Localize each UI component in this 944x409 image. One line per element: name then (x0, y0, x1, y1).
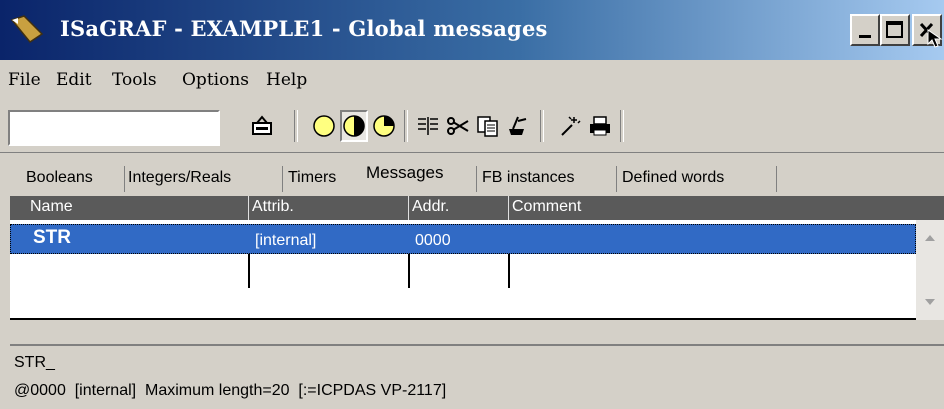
column-line (408, 254, 410, 288)
arrow-down-icon (925, 299, 935, 305)
tab-timers[interactable]: Timers (288, 166, 336, 192)
grid-bottom-border (10, 318, 916, 320)
maximize-icon (886, 21, 903, 38)
column-comment[interactable]: Comment (512, 198, 581, 216)
cut-button[interactable] (444, 110, 472, 142)
circle-empty-button[interactable] (310, 110, 338, 142)
isagraf-logo-icon (10, 15, 44, 44)
menu-help[interactable]: Help (266, 70, 307, 90)
info-variable-name: STR_ (14, 354, 55, 371)
toolbar-separator (404, 110, 408, 142)
scroll-down-button[interactable] (916, 288, 944, 316)
column-divider[interactable] (508, 196, 509, 220)
tab-defined-words[interactable]: Defined words (622, 166, 724, 192)
toolbar-separator (540, 110, 544, 142)
column-line (248, 254, 250, 288)
open-button[interactable] (248, 110, 276, 142)
tab-separator (282, 166, 283, 192)
insert-button[interactable] (414, 110, 442, 142)
toolbar (0, 100, 944, 150)
tab-separator (476, 166, 477, 192)
wand-button[interactable] (556, 110, 584, 142)
menu-tools[interactable]: Tools (112, 70, 157, 90)
tab-messages[interactable]: Messages (362, 160, 448, 194)
mouse-cursor-icon (927, 29, 943, 48)
column-divider[interactable] (248, 196, 249, 220)
copy-icon (477, 116, 498, 137)
cell-addr[interactable]: 0000 (415, 232, 451, 250)
cell-attrib[interactable]: [internal] (255, 232, 316, 250)
column-line (508, 254, 510, 288)
circle-quarter-button[interactable] (370, 110, 398, 142)
cell-name[interactable]: STR (33, 227, 71, 249)
table-row[interactable]: STR [internal] 0000 (10, 224, 916, 254)
circle-empty-icon (313, 115, 335, 137)
tab-integers-reals[interactable]: Integers/Reals (128, 166, 231, 192)
print-icon (590, 116, 610, 136)
minimize-button[interactable] (850, 14, 880, 46)
wand-icon (561, 116, 581, 136)
tab-separator (124, 166, 125, 192)
window-title: ISaGRAF - EXAMPLE1 - Global messages (60, 16, 548, 41)
circle-half-button[interactable] (340, 110, 368, 142)
column-addr[interactable]: Addr. (412, 198, 449, 216)
column-divider[interactable] (408, 196, 409, 220)
variable-search-input[interactable] (8, 110, 220, 146)
menu-file[interactable]: File (8, 70, 41, 90)
tab-booleans[interactable]: Booleans (26, 166, 93, 192)
menu-options[interactable]: Options (182, 70, 249, 90)
info-details: @0000 [internal] Maximum length=20 [:=IC… (14, 382, 447, 399)
minimize-icon (859, 35, 871, 38)
open-icon (252, 115, 272, 135)
print-button[interactable] (586, 110, 614, 142)
tab-separator (776, 166, 777, 192)
column-attrib[interactable]: Attrib. (252, 198, 294, 216)
menu-bar: File Edit Tools Options Help (0, 62, 944, 100)
circle-quarter-icon (373, 115, 395, 137)
tab-separator (616, 166, 617, 192)
paste-button[interactable] (504, 110, 532, 142)
copy-button[interactable] (474, 110, 502, 142)
vertical-scrollbar[interactable] (916, 220, 944, 320)
column-header: Name Attrib. Addr. Comment (10, 196, 944, 220)
paste-icon (509, 116, 527, 135)
insert-icon (418, 117, 438, 135)
info-panel: STR_ @0000 [internal] Maximum length=20 … (10, 344, 944, 408)
toolbar-separator (294, 110, 298, 142)
column-name[interactable]: Name (30, 198, 73, 216)
variable-grid: STR [internal] 0000 (10, 220, 916, 320)
cut-icon (447, 117, 469, 135)
menu-edit[interactable]: Edit (56, 70, 92, 90)
toolbar-separator (620, 110, 624, 142)
circle-half-icon (343, 115, 365, 137)
scroll-up-button[interactable] (916, 224, 944, 252)
tab-fb-instances[interactable]: FB instances (482, 166, 574, 192)
title-bar: ISaGRAF - EXAMPLE1 - Global messages (0, 0, 944, 60)
maximize-button[interactable] (880, 14, 910, 46)
arrow-up-icon (925, 235, 935, 241)
